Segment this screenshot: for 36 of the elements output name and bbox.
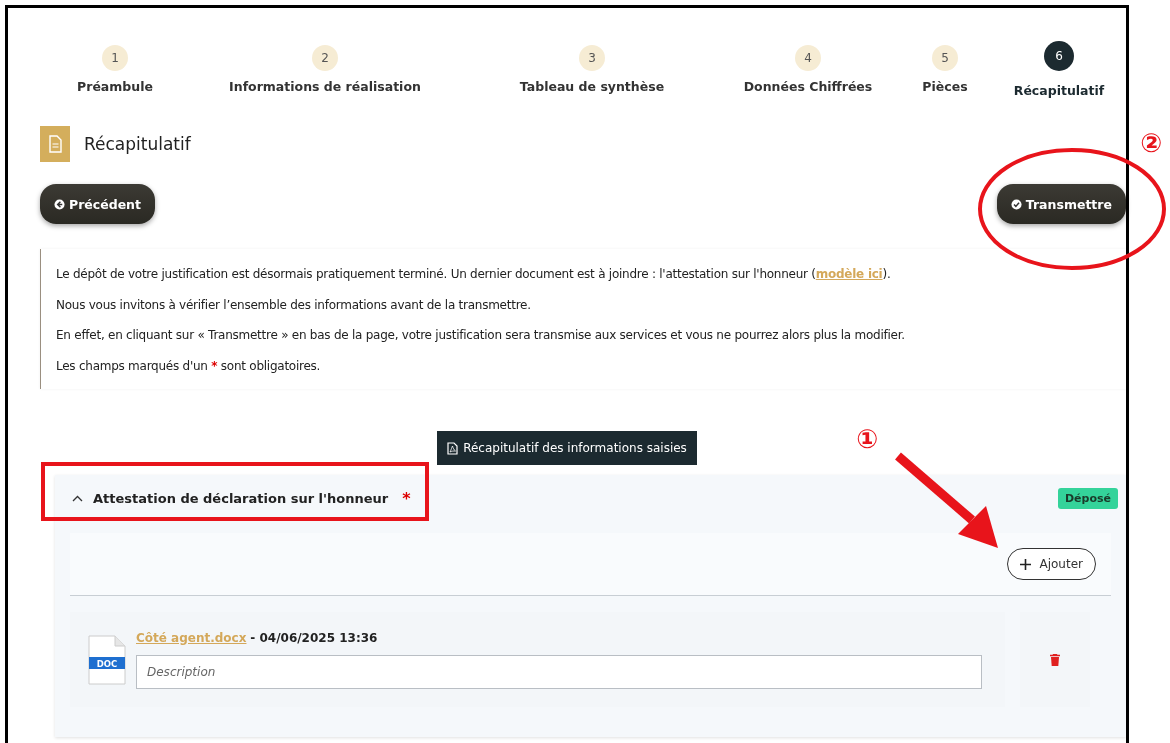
trash-icon[interactable] <box>1050 653 1060 666</box>
pdf-icon <box>447 441 459 455</box>
arrow-left-icon <box>54 198 65 210</box>
submit-button[interactable]: Transmettre <box>996 184 1126 224</box>
step-label[interactable]: Pièces <box>922 79 968 94</box>
step-number[interactable]: 2 <box>312 45 338 71</box>
document-file-icon: DOC <box>88 634 126 685</box>
chevron-up-icon[interactable] <box>72 495 83 502</box>
step-label[interactable]: Données Chiffrées <box>743 79 873 94</box>
step-number[interactable]: 4 <box>795 45 821 71</box>
notice-text: En effet, en cliquant sur « Transmettre » en bas de la page, votre justification sera transmise aux services et vous ne pourrez alors plus la modifier. <box>56 327 906 344</box>
step-label[interactable]: Récapitulatif <box>1013 83 1105 98</box>
notice-text: Nous vous invitons à vérifier l’ensemble des informations avant de la transmettre. <box>56 296 532 314</box>
step-label[interactable]: Informations de réalisation <box>229 79 421 94</box>
description-field[interactable]: Description <box>136 654 982 689</box>
plus-icon <box>1020 558 1032 570</box>
file-date: - 04/06/2025 13:36 <box>250 630 378 645</box>
section-title: Attestation de déclaration sur l'honneur <box>93 491 389 506</box>
document-icon <box>40 126 70 162</box>
check-icon <box>1010 198 1022 210</box>
summary-pdf-button[interactable]: Récapitulatif des informations saisies <box>437 431 697 465</box>
add-button[interactable]: Ajouter <box>1007 548 1096 580</box>
step-number[interactable]: 6 <box>1044 41 1074 71</box>
step-number[interactable]: 5 <box>932 45 958 71</box>
previous-button[interactable]: Précédent <box>40 184 155 224</box>
status-badge: Déposé <box>1057 488 1118 509</box>
notice-text: Les champs marqués d'un * sont obligatoires. <box>56 357 322 375</box>
callout-number: ② <box>1140 128 1162 158</box>
page-title: Récapitulatif <box>84 134 191 154</box>
step-number[interactable]: 3 <box>579 45 605 71</box>
step-label[interactable]: Tableau de synthèse <box>519 79 665 94</box>
notice-text: Le dépôt de votre justification est désormais pratiquement terminé. Un dernier document est à joindre : l'attestation sur l'honneur (modèle ici). <box>56 266 892 283</box>
step-label[interactable]: Préambule <box>77 79 153 94</box>
callout-number: ① <box>856 424 878 454</box>
required-mark: * <box>402 489 411 508</box>
step-number[interactable]: 1 <box>102 45 128 71</box>
